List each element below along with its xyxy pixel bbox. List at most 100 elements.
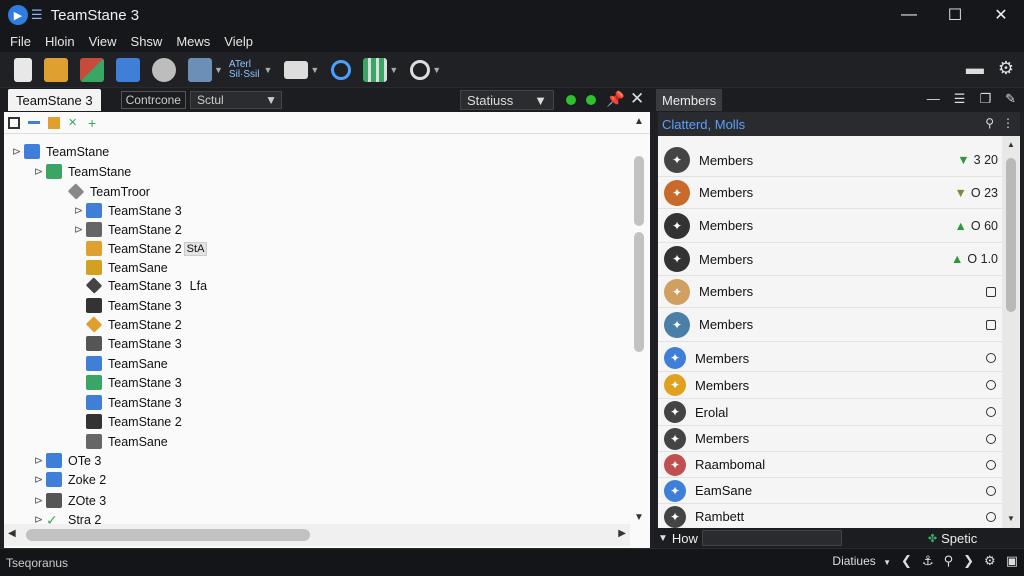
- member-radio[interactable]: [986, 286, 996, 297]
- chevron-down-icon[interactable]: ▼: [310, 65, 319, 75]
- member-radio[interactable]: [986, 485, 996, 496]
- tree-item[interactable]: ⊳ TeamStane: [12, 142, 109, 161]
- close-x-icon[interactable]: ✕: [68, 117, 80, 129]
- member-radio[interactable]: [986, 353, 996, 363]
- app-menu-icon[interactable]: ☰: [31, 7, 43, 23]
- tree-expander-icon[interactable]: ⊳: [12, 145, 24, 158]
- members-filter-text[interactable]: Clatterd, Molls: [662, 117, 745, 132]
- member-row[interactable]: ✦ Members: [658, 308, 1002, 342]
- tree-item[interactable]: TeamSane: [74, 354, 168, 373]
- tree-expander-icon[interactable]: ⊳: [34, 165, 46, 178]
- tree-item[interactable]: ⊳ Zoke 2: [34, 470, 106, 489]
- member-radio[interactable]: [986, 380, 996, 390]
- chevron-down-icon[interactable]: ▼: [263, 65, 272, 75]
- chevron-down-icon[interactable]: ▼: [432, 65, 441, 75]
- tree-expander-icon[interactable]: ⊳: [34, 494, 46, 507]
- tree-expander-icon[interactable]: ⊳: [34, 473, 46, 486]
- save-icon[interactable]: [80, 57, 104, 82]
- tree-item[interactable]: TeamStane 3: [74, 393, 182, 412]
- copy-icon[interactable]: ❐: [979, 91, 991, 107]
- pin-icon[interactable]: ✎: [1005, 91, 1016, 107]
- grid-icon[interactable]: [363, 57, 388, 82]
- scroll-up-icon[interactable]: ▲: [634, 116, 644, 127]
- scroll-left-icon[interactable]: ◀: [8, 528, 16, 539]
- tree-item[interactable]: TeamStane 2: [74, 412, 182, 431]
- forward-icon[interactable]: ❯: [963, 553, 974, 569]
- member-row[interactable]: ✦ Members ▼ O 23: [658, 177, 1002, 209]
- member-radio[interactable]: [986, 511, 996, 522]
- collapse-all-icon[interactable]: [8, 116, 20, 129]
- maximize-button[interactable]: ☐: [932, 0, 978, 30]
- tree-item[interactable]: TeamSane: [74, 258, 168, 277]
- tree-item[interactable]: TeamStane 3 Lfa: [74, 276, 207, 295]
- member-row[interactable]: ✦ Erolal: [658, 399, 1002, 426]
- search-icon[interactable]: [331, 59, 352, 80]
- text-tool-button[interactable]: ATerl Sil·Ssil: [229, 59, 264, 80]
- tree-expander-icon[interactable]: ⊳: [74, 204, 86, 217]
- menu-view[interactable]: View: [89, 34, 117, 49]
- screen-icon[interactable]: [284, 60, 309, 79]
- location-icon[interactable]: ⚲: [985, 116, 994, 130]
- tree-item[interactable]: ⊳ TeamStane 3: [74, 201, 182, 220]
- minus-icon[interactable]: —: [927, 91, 940, 107]
- download-icon[interactable]: [188, 57, 212, 82]
- tree-item[interactable]: TeamStane 2 StA: [74, 239, 208, 258]
- tree-item[interactable]: TeamStane 3: [74, 373, 182, 392]
- menu-vielp[interactable]: Vielp: [224, 34, 253, 49]
- scroll-right-icon[interactable]: ▶: [618, 528, 626, 539]
- tree-item[interactable]: TeamStane 2: [74, 315, 182, 334]
- list-icon[interactable]: ☰: [954, 91, 966, 107]
- tree-item[interactable]: TeamSane: [74, 432, 168, 451]
- h-scroll-thumb[interactable]: [26, 529, 310, 541]
- member-row[interactable]: ✦ Members ▲ O 1.0: [658, 243, 1002, 276]
- back-icon[interactable]: ❮: [901, 553, 912, 569]
- tree-item[interactable]: ⊳ ZOte 3: [34, 491, 106, 510]
- member-radio[interactable]: [986, 433, 996, 444]
- menu-mews[interactable]: Mews: [176, 34, 210, 49]
- scroll-down-icon[interactable]: ▼: [634, 512, 644, 523]
- anchor-icon[interactable]: ⚓: [922, 553, 934, 569]
- footer-input[interactable]: [701, 530, 842, 546]
- tab-contrcone[interactable]: Contrcone: [120, 91, 186, 109]
- tree-hscrollbar[interactable]: ◀ ▶: [4, 524, 630, 546]
- gear-icon[interactable]: ⚙: [998, 58, 1014, 79]
- pin-icon[interactable]: 📌: [606, 90, 625, 108]
- menu-shsw[interactable]: Shsw: [131, 34, 163, 49]
- menu-file[interactable]: File: [10, 34, 31, 49]
- member-radio[interactable]: [986, 407, 996, 417]
- member-row[interactable]: ✦ Members: [658, 426, 1002, 452]
- expand-icon[interactable]: ▼: [658, 533, 668, 544]
- menu-hloin[interactable]: Hloin: [45, 34, 75, 49]
- member-radio[interactable]: [986, 319, 996, 330]
- tool-icon[interactable]: [152, 57, 176, 82]
- scroll-down-icon[interactable]: ▼: [1007, 514, 1015, 523]
- scroll-thumb-2[interactable]: [634, 232, 644, 352]
- minimize-button[interactable]: —: [886, 0, 932, 30]
- zoom-icon[interactable]: [410, 59, 431, 80]
- plus-icon[interactable]: +: [88, 116, 100, 130]
- cube-icon[interactable]: [116, 57, 140, 82]
- open-folder-icon[interactable]: [44, 57, 68, 82]
- tree-item[interactable]: TeamStane 3: [74, 296, 182, 315]
- tree-item[interactable]: TeamTroor: [56, 182, 150, 201]
- scroll-thumb[interactable]: [634, 156, 644, 226]
- more-icon[interactable]: ⋮: [1002, 116, 1014, 130]
- new-file-icon[interactable]: [14, 57, 32, 82]
- tree-item[interactable]: ⊳ OTe 3: [34, 451, 101, 470]
- members-scroll-thumb[interactable]: [1006, 158, 1016, 312]
- tree-vscrollbar[interactable]: ▲ ▼: [632, 116, 646, 534]
- status-select[interactable]: Statiuss ▼: [460, 90, 554, 110]
- scope-select[interactable]: Sctul ▼: [189, 91, 282, 109]
- footer-right-label[interactable]: Spetic: [941, 531, 977, 546]
- tree-expander-icon[interactable]: ⊳: [34, 454, 46, 467]
- tab-members[interactable]: Members: [656, 89, 723, 111]
- member-row[interactable]: ✦ Members: [658, 372, 1002, 399]
- minus-icon[interactable]: ▬: [966, 58, 984, 79]
- members-vscrollbar[interactable]: ▲ ▼: [1002, 136, 1020, 528]
- tree-item[interactable]: TeamStane 3: [74, 334, 182, 353]
- chevron-down-icon[interactable]: ▼: [389, 65, 398, 75]
- tree-item[interactable]: ⊳ TeamStane 2: [74, 220, 182, 239]
- minus-icon[interactable]: [28, 121, 40, 124]
- panel-close-icon[interactable]: ✕: [630, 89, 644, 109]
- member-row[interactable]: ✦ Raambomal: [658, 452, 1002, 478]
